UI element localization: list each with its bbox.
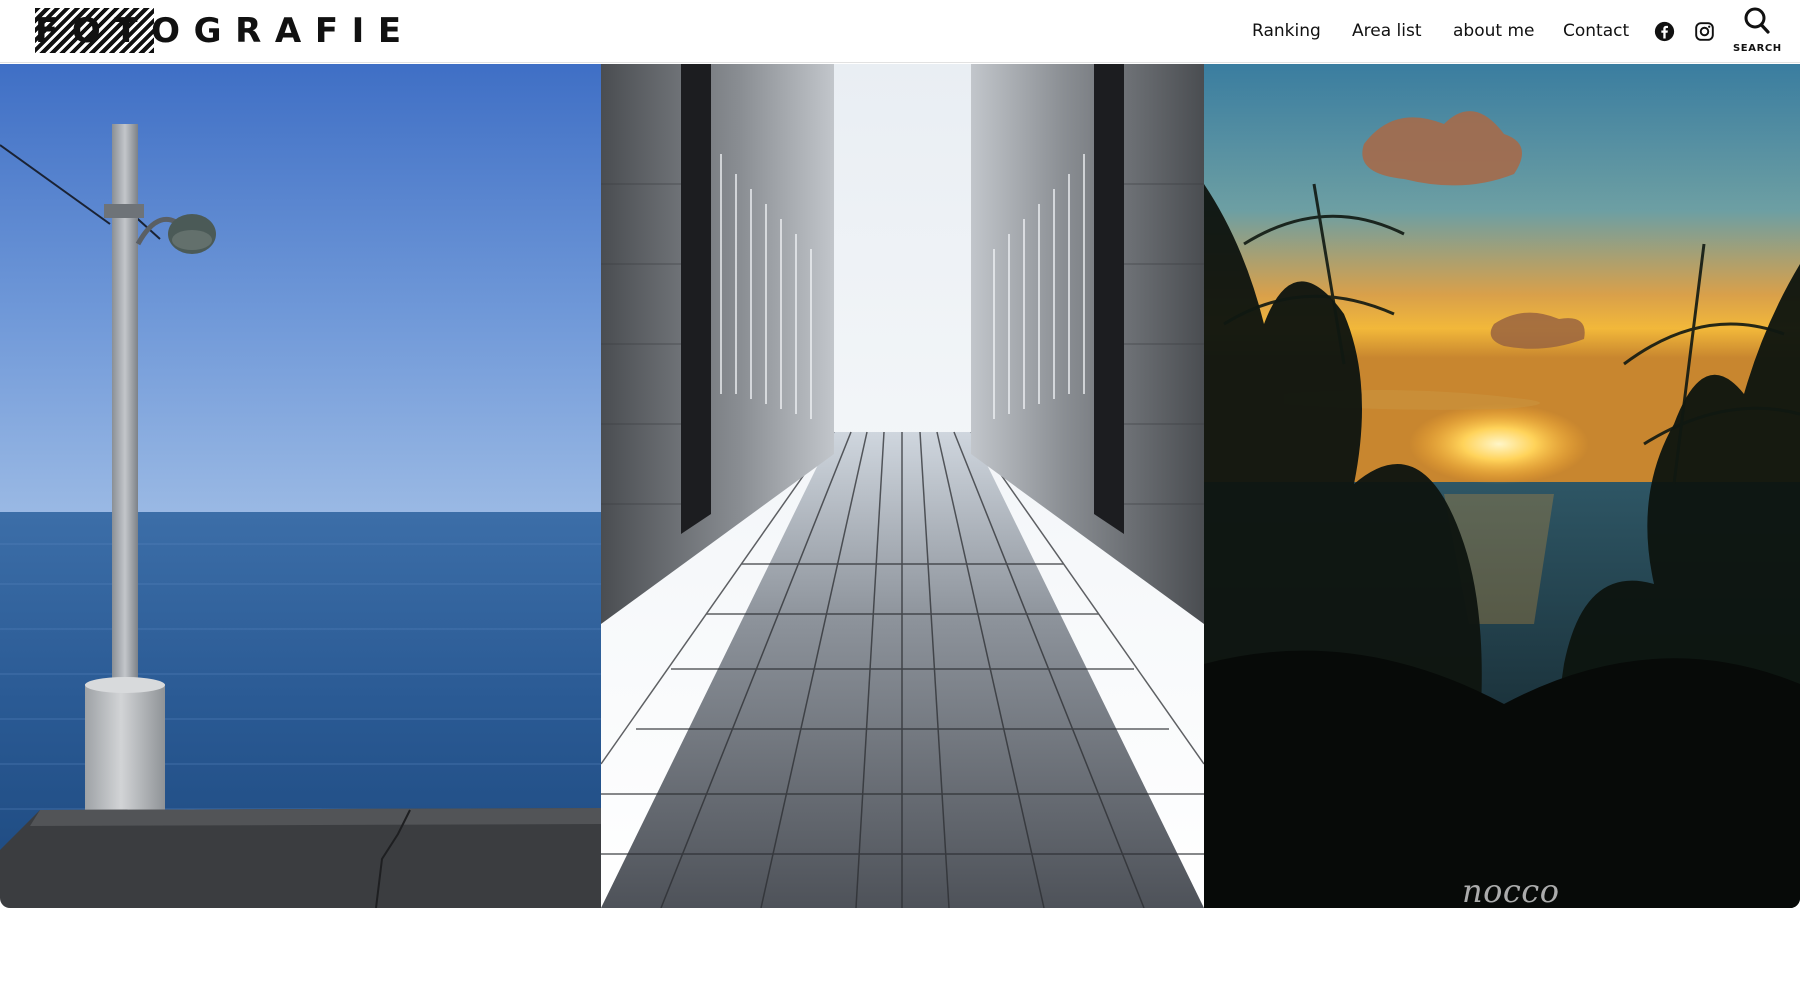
hero-gallery: nocco <box>0 64 1800 908</box>
hero-photo-lamp-post[interactable] <box>0 64 601 908</box>
logo-text: FOTOGRAFIE <box>35 11 415 51</box>
site-header: FOTOGRAFIE Ranking Area list about me Co… <box>0 0 1800 63</box>
instagram-icon[interactable] <box>1694 21 1715 42</box>
photo-watermark: nocco <box>1462 872 1560 908</box>
hero-photo-corridor[interactable] <box>601 64 1204 908</box>
search-label: SEARCH <box>1733 43 1782 54</box>
site-logo[interactable]: FOTOGRAFIE <box>35 8 401 53</box>
nav-about-me[interactable]: about me <box>1453 18 1534 44</box>
nav-contact[interactable]: Contact <box>1563 18 1629 44</box>
nav-area-list[interactable]: Area list <box>1352 18 1422 44</box>
hero-photo-sunset[interactable] <box>1204 64 1800 908</box>
search-button[interactable]: SEARCH <box>1733 6 1781 56</box>
facebook-icon[interactable] <box>1654 21 1675 42</box>
nav-ranking[interactable]: Ranking <box>1252 18 1321 44</box>
search-icon <box>1744 7 1770 34</box>
